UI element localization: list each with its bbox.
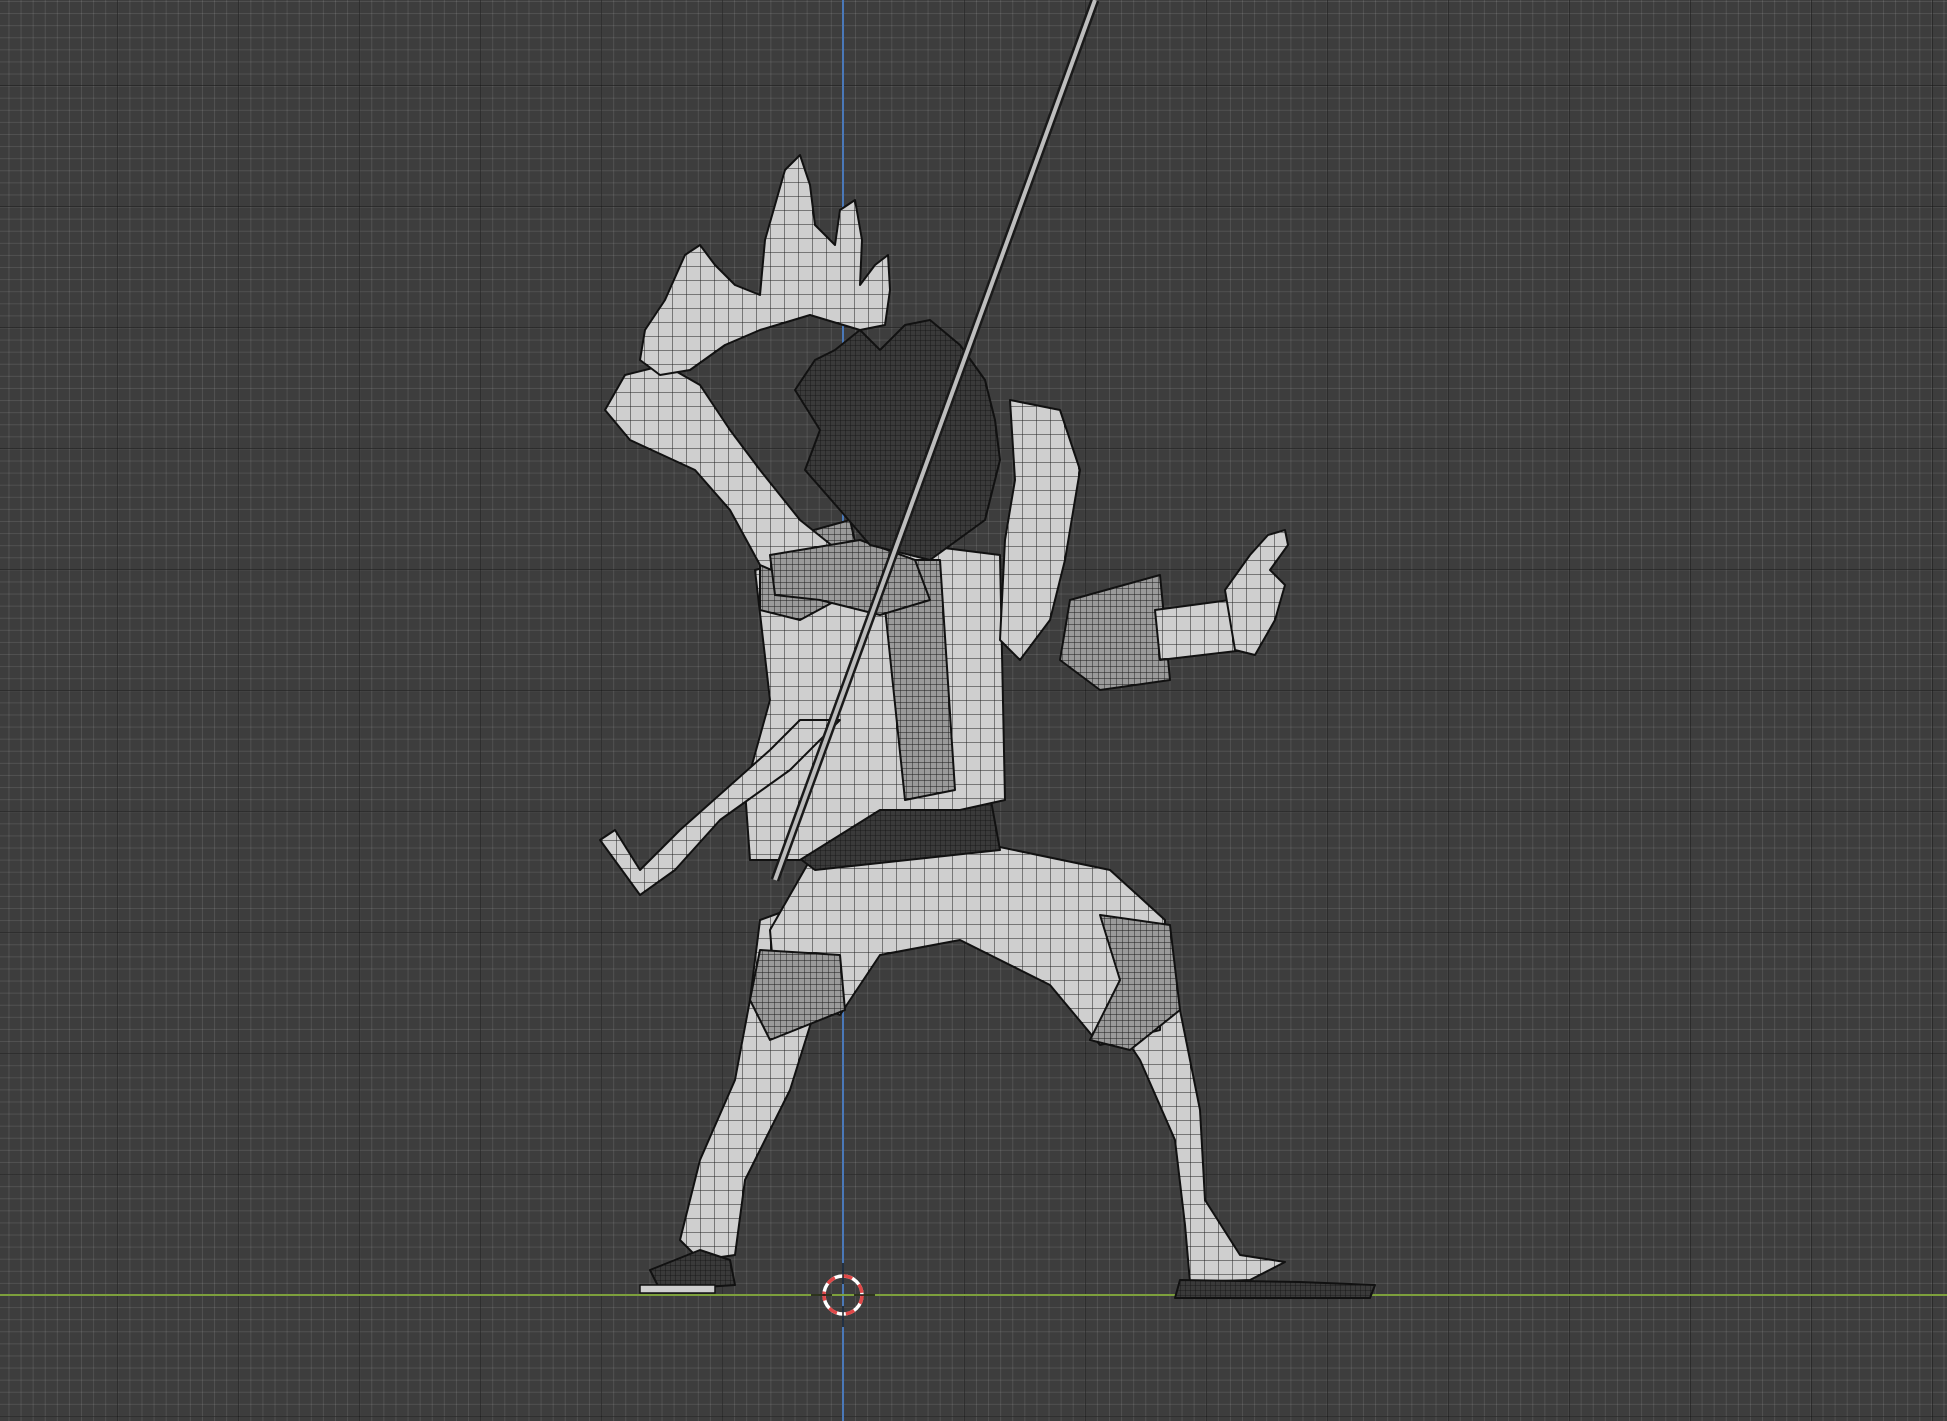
3d-viewport[interactable] xyxy=(0,0,1947,1421)
model-right-sandal xyxy=(1174,1279,1376,1299)
character-model[interactable] xyxy=(599,0,1376,1299)
model-open-hand xyxy=(1224,529,1289,656)
model-shorts-cuff-left xyxy=(749,949,846,1041)
model-left-sandal-sole xyxy=(639,1284,716,1294)
viewport-canvas xyxy=(0,0,1947,1421)
model-sleeve xyxy=(1059,574,1171,691)
